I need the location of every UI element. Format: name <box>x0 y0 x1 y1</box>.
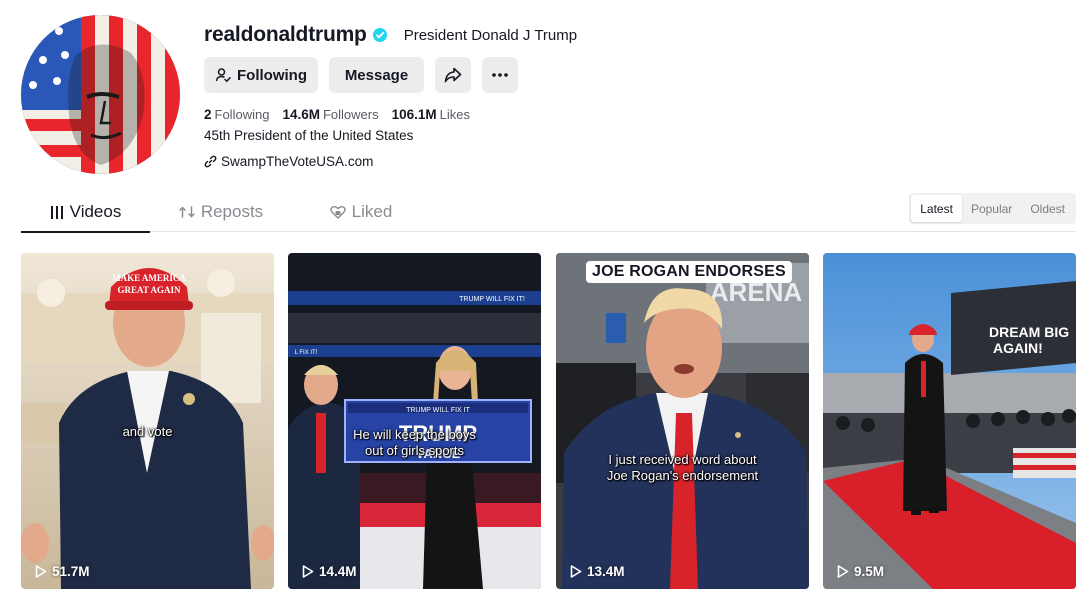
video-card[interactable]: ARENA JOE ROGAN ENDORSES I just received… <box>556 253 809 589</box>
tab-liked[interactable]: Liked <box>301 192 421 232</box>
view-count-value: 13.4M <box>587 564 625 579</box>
likes-label: Likes <box>439 106 470 122</box>
video-banner: JOE ROGAN ENDORSES <box>586 261 792 283</box>
tab-videos-label: Videos <box>69 202 122 221</box>
video-thumbnail: MAKE AMERICA GREAT AGAIN <box>21 253 274 589</box>
video-caption-line: I just received word about <box>608 452 757 467</box>
video-caption-line: Joe Rogan's endorsement <box>606 468 759 483</box>
play-icon <box>35 565 47 578</box>
more-options-button[interactable] <box>482 57 518 93</box>
followers-count: 14.6M <box>282 106 320 122</box>
svg-text:AGAIN!: AGAIN! <box>993 340 1043 356</box>
view-count: 14.4M <box>302 564 357 579</box>
sort-oldest[interactable]: Oldest <box>1021 195 1074 222</box>
view-count: 9.5M <box>837 564 884 579</box>
svg-text:TRUMP WILL FIX IT!: TRUMP WILL FIX IT! <box>459 296 525 303</box>
video-caption-line: out of girls sports <box>365 443 464 458</box>
view-count-value: 51.7M <box>52 564 90 579</box>
grid-icon <box>50 205 63 219</box>
svg-text:TRUMP WILL FIX IT: TRUMP WILL FIX IT <box>406 407 471 414</box>
liked-heart-icon <box>329 206 346 219</box>
display-name: President Donald J Trump <box>403 26 578 44</box>
svg-text:GREAT AGAIN: GREAT AGAIN <box>118 285 181 295</box>
likes-count: 106.1M <box>391 106 437 122</box>
repost-icon <box>179 206 195 218</box>
svg-text:MAKE AMERICA: MAKE AMERICA <box>112 273 186 283</box>
share-button[interactable] <box>435 57 471 93</box>
video-thumbnail: TRUMP VANCE TRUMP WILL FIX IT TRUMP WILL… <box>288 253 541 589</box>
tab-reposts-label: Reposts <box>200 202 264 221</box>
play-icon <box>302 565 314 578</box>
play-icon <box>570 565 582 578</box>
message-button-label: Message <box>344 66 409 84</box>
video-card[interactable]: MAKE AMERICA GREAT AGAIN and vote 51.7M <box>21 253 274 589</box>
following-count: 2 <box>204 106 212 122</box>
sort-latest[interactable]: Latest <box>911 195 962 222</box>
tab-liked-label: Liked <box>351 202 393 221</box>
likes-stat: 106.1M Likes <box>392 107 470 122</box>
following-label: Following <box>214 106 270 122</box>
followers-label: Followers <box>322 106 379 122</box>
play-icon <box>837 565 849 578</box>
video-thumbnail: ARENA <box>556 253 809 589</box>
view-count-value: 9.5M <box>854 564 885 579</box>
link-icon <box>204 155 217 168</box>
video-card[interactable]: DREAM BIG AGAIN! 9.5M <box>823 253 1076 589</box>
share-arrow-icon <box>444 67 462 83</box>
video-caption: and vote <box>122 424 173 439</box>
profile-title-row: realdonaldtrump President Donald J Trump <box>204 20 577 50</box>
verified-badge-icon <box>372 28 387 42</box>
svg-text:DREAM BIG: DREAM BIG <box>989 324 1069 340</box>
profile-bio: 45th President of the United States <box>204 128 414 143</box>
following-button-label: Following <box>237 66 307 84</box>
person-check-icon <box>215 68 231 83</box>
profile-actions: Following Message <box>204 57 577 93</box>
view-count: 51.7M <box>35 564 90 579</box>
profile-link[interactable]: SwampTheVoteUSA.com <box>204 154 577 169</box>
sort-popular[interactable]: Popular <box>962 195 1021 222</box>
profile-avatar[interactable] <box>21 15 180 174</box>
svg-text:L FIX IT!: L FIX IT! <box>295 350 318 356</box>
video-thumbnail: DREAM BIG AGAIN! <box>823 253 1076 589</box>
ellipsis-icon <box>492 73 508 77</box>
video-caption: He will keep the boys out of girls sport… <box>288 427 541 459</box>
tab-reposts[interactable]: Reposts <box>161 192 281 232</box>
video-caption: I just received word about Joe Rogan's e… <box>556 452 809 484</box>
message-button[interactable]: Message <box>329 57 424 93</box>
view-count-value: 14.4M <box>319 564 357 579</box>
following-button[interactable]: Following <box>204 57 318 93</box>
tab-videos[interactable]: Videos <box>21 192 150 233</box>
view-count: 13.4M <box>570 564 625 579</box>
sort-toggle: Latest Popular Oldest <box>909 193 1076 224</box>
profile-info: realdonaldtrump President Donald J Trump… <box>204 20 577 169</box>
followers-stat[interactable]: 14.6M Followers <box>282 107 378 122</box>
following-stat[interactable]: 2 Following <box>204 107 269 122</box>
username: realdonaldtrump <box>204 23 367 46</box>
video-card[interactable]: TRUMP VANCE TRUMP WILL FIX IT TRUMP WILL… <box>288 253 541 589</box>
profile-link-text: SwampTheVoteUSA.com <box>221 154 374 169</box>
video-caption-line: He will keep the boys <box>353 427 476 442</box>
profile-stats: 2 Following 14.6M Followers 106.1M Likes <box>204 105 577 123</box>
